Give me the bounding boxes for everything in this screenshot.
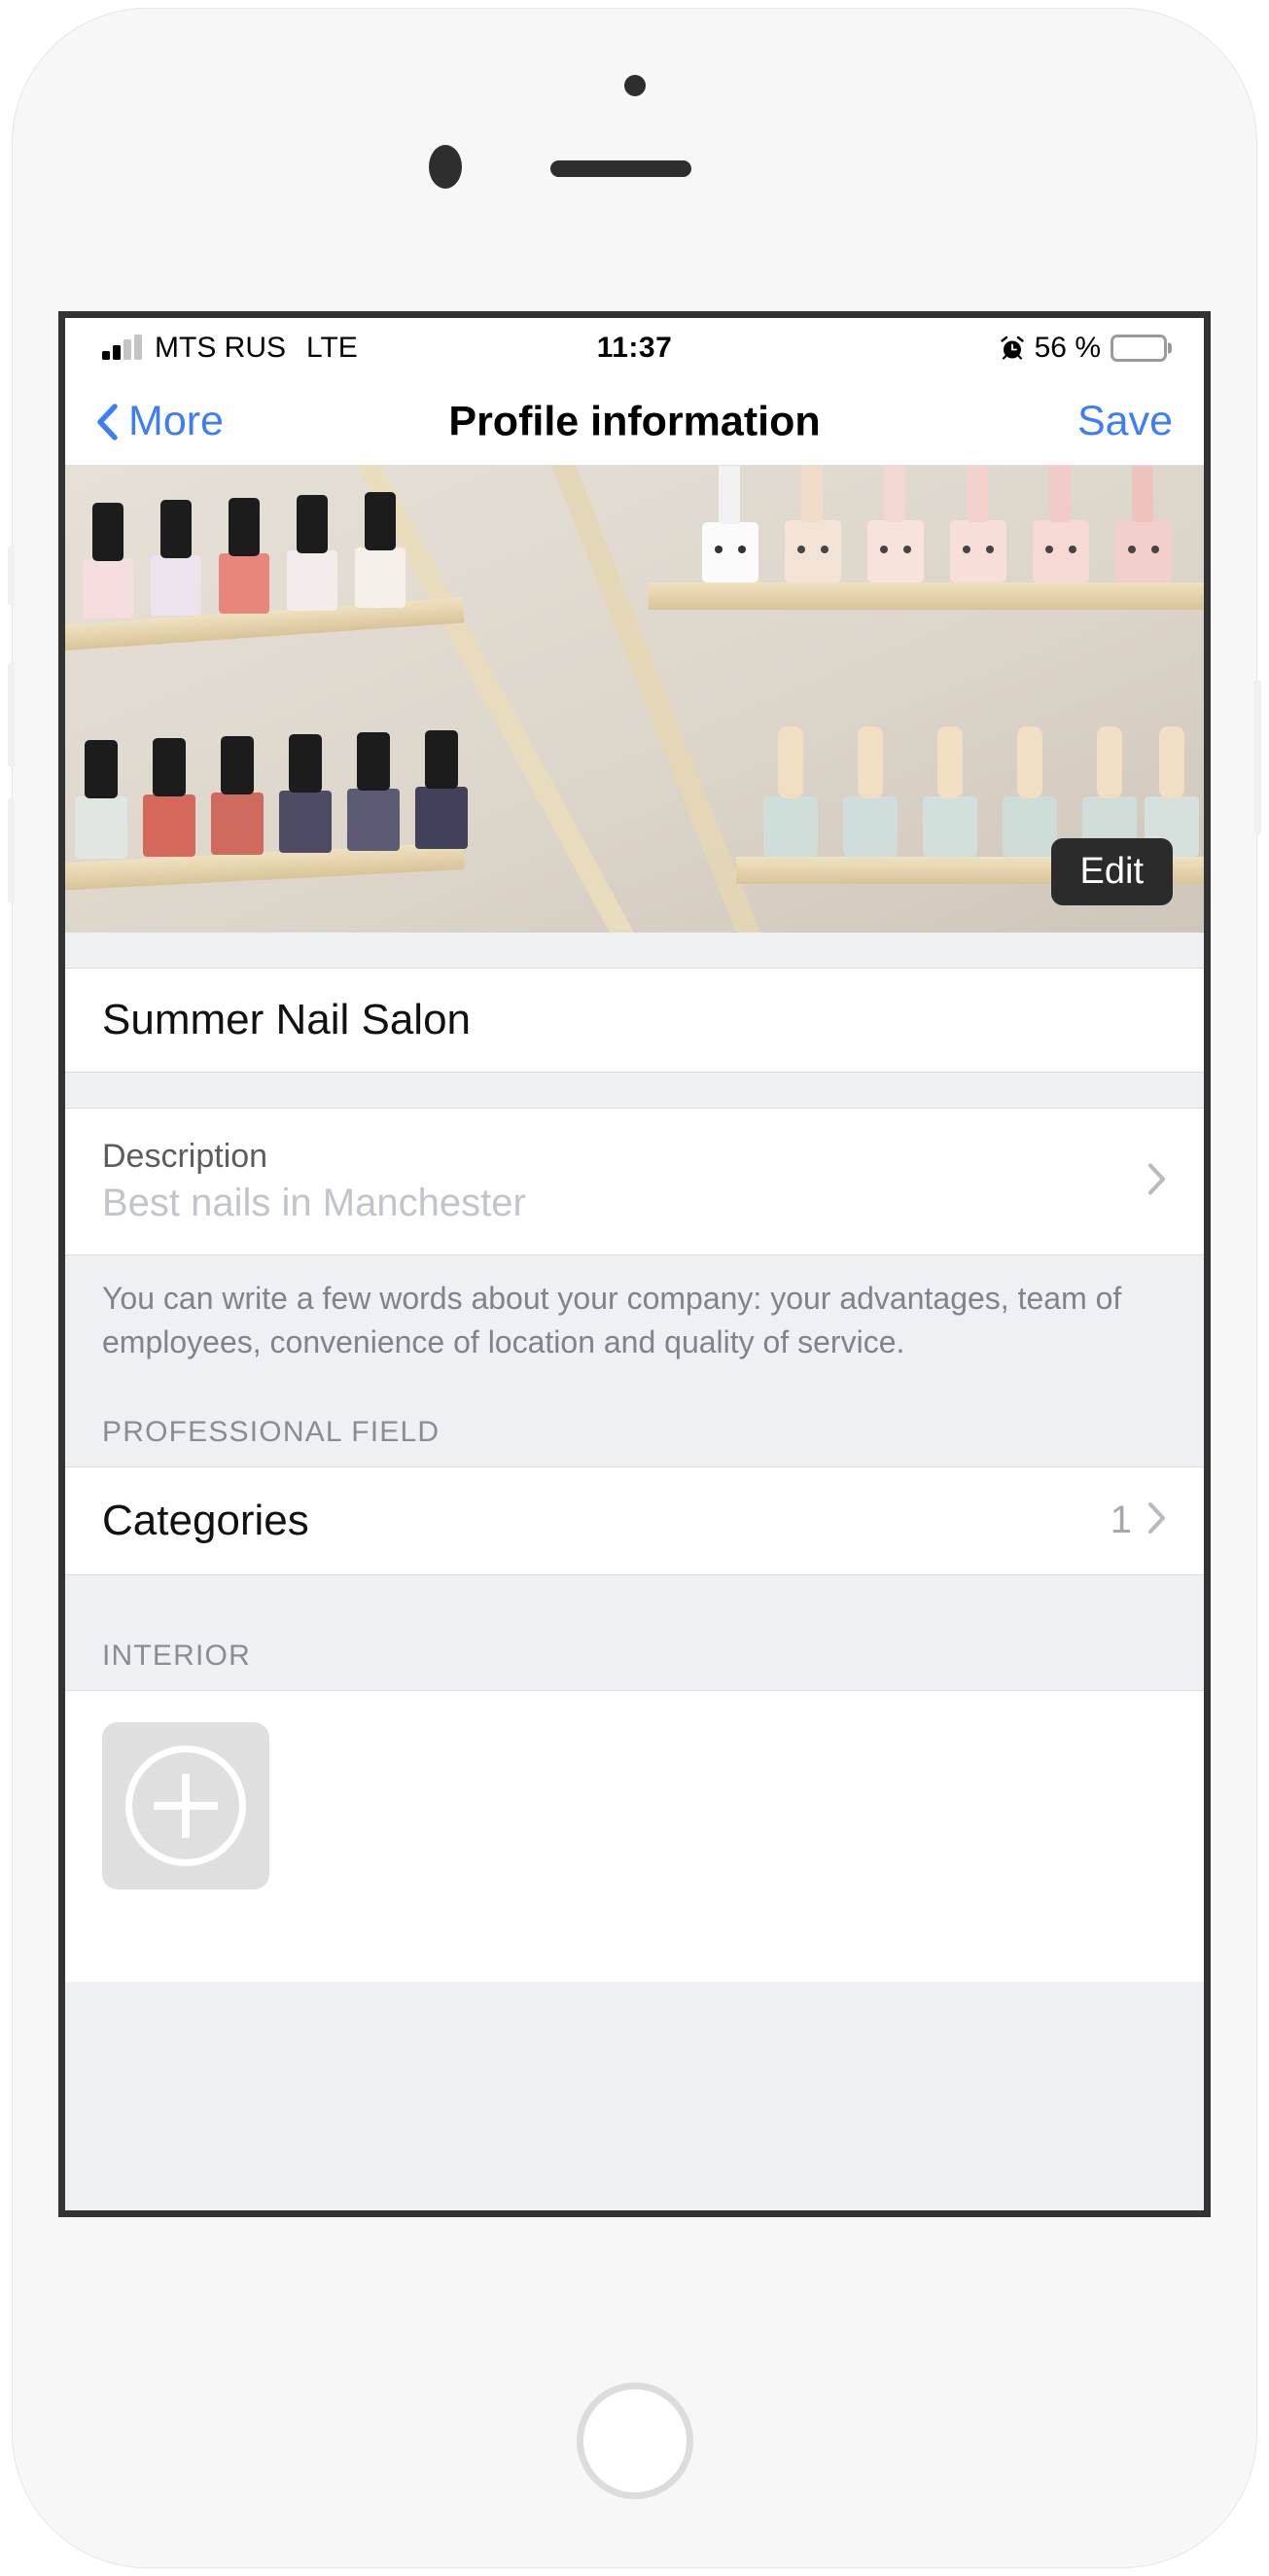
carrier-label: MTS RUS [155, 332, 286, 364]
silent-switch[interactable] [8, 546, 15, 606]
sensor-icon [429, 145, 462, 189]
description-label: Description [102, 1138, 268, 1175]
battery-icon [1110, 335, 1167, 362]
status-bar-clock: 11:37 [596, 332, 673, 364]
home-button[interactable] [576, 2382, 693, 2499]
categories-trailing: 1 [1110, 1499, 1167, 1542]
categories-label: Categories [102, 1496, 309, 1544]
network-type-label: LTE [306, 332, 358, 364]
spacer [65, 1574, 1204, 1614]
cover-photo[interactable]: Edit [65, 466, 1204, 933]
power-button[interactable] [1254, 680, 1261, 835]
back-button[interactable]: More [96, 398, 224, 445]
iphone-device-frame: MTS RUS LTE 11:37 56 % More Profile info… [8, 9, 1261, 2567]
volume-down-button[interactable] [8, 798, 15, 903]
add-photo-button[interactable] [102, 1721, 269, 1889]
navigation-bar: More Profile information Save [65, 378, 1204, 466]
categories-count-badge: 1 [1110, 1499, 1132, 1542]
page-title: Profile information [448, 398, 821, 444]
chevron-left-icon [96, 403, 118, 441]
signal-bars-icon [102, 335, 142, 360]
scroll-content[interactable]: Edit Summer Nail Salon Description Best … [65, 466, 1204, 2210]
section-header-interior: INTERIOR [65, 1613, 1204, 1690]
edit-cover-photo-button[interactable]: Edit [1050, 838, 1173, 905]
back-button-label: More [128, 398, 224, 444]
status-bar-right: 56 % [1000, 332, 1167, 365]
chevron-right-icon [1147, 1163, 1167, 1201]
plus-circle-icon [125, 1745, 246, 1866]
front-camera-icon [623, 75, 646, 96]
phone-screen: MTS RUS LTE 11:37 56 % More Profile info… [65, 318, 1204, 2210]
battery-percent-label: 56 % [1034, 332, 1101, 364]
description-row[interactable]: Description Best nails in Manchester [65, 1108, 1204, 1255]
save-button[interactable]: Save [1077, 398, 1173, 445]
business-name-value: Summer Nail Salon [102, 996, 472, 1043]
spacer [65, 933, 1204, 968]
alarm-clock-icon [1000, 335, 1025, 361]
spacer [65, 1073, 1204, 1108]
description-helper-text: You can write a few words about your com… [65, 1255, 1204, 1391]
categories-row[interactable]: Categories 1 [65, 1465, 1204, 1575]
chevron-right-icon [1147, 1501, 1167, 1539]
description-placeholder: Best nails in Manchester [102, 1182, 526, 1224]
earpiece-speaker [550, 160, 691, 177]
section-header-professional-field: PROFESSIONAL FIELD [65, 1390, 1204, 1466]
status-bar-left: MTS RUS LTE [102, 332, 358, 365]
volume-up-button[interactable] [8, 662, 15, 767]
interior-photos-block [65, 1689, 1204, 1982]
business-name-field[interactable]: Summer Nail Salon [65, 968, 1204, 1073]
phone-screen-bezel: MTS RUS LTE 11:37 56 % More Profile info… [58, 311, 1211, 2217]
nail-polish-shelves-photo [65, 466, 1204, 933]
status-bar: MTS RUS LTE 11:37 56 % [65, 318, 1204, 378]
